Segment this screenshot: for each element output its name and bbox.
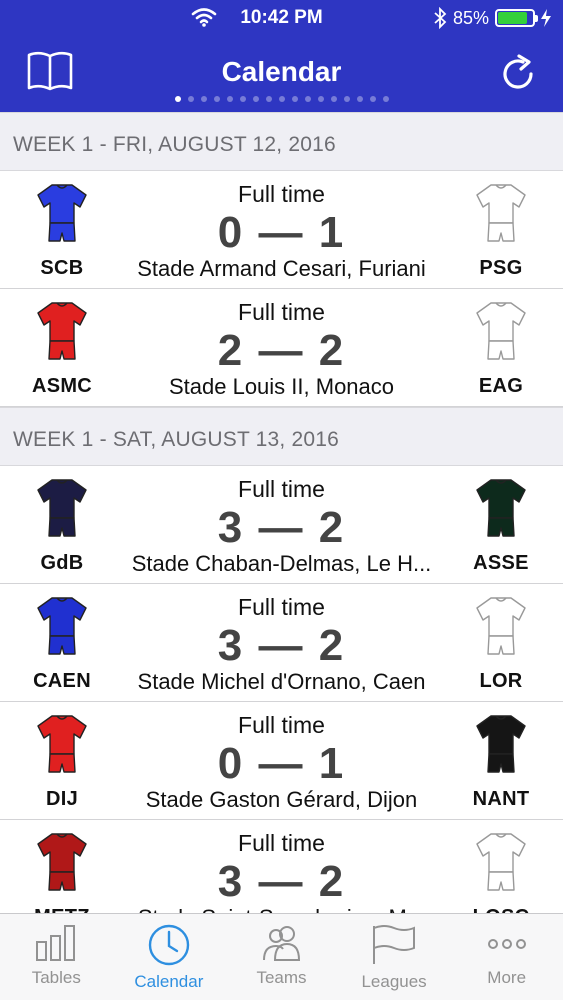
match-row[interactable]: CAEN Full time 3 — 2 Stade Michel d'Ornano,…	[0, 584, 563, 702]
match-score: 3 — 2	[217, 503, 346, 552]
nav-header: 10:42 PM 85% Calendar	[0, 0, 563, 112]
away-team[interactable]: LOR	[446, 596, 556, 693]
team-kit-icon	[476, 833, 526, 891]
away-team-abbr: NANT	[472, 788, 530, 810]
battery-percent: 85%	[452, 7, 489, 28]
match-row[interactable]: SCB Full time 0 — 1 Stade Armand Cesari, Fu…	[0, 171, 563, 289]
page-title: Calendar	[221, 56, 342, 87]
team-kit-icon	[37, 715, 87, 773]
page-dot[interactable]	[382, 96, 389, 102]
refresh-icon[interactable]	[501, 52, 537, 92]
more-icon	[450, 924, 563, 962]
tab-tables[interactable]: Tables	[0, 914, 113, 1000]
tab-label: More	[487, 968, 527, 987]
page-dot[interactable]	[278, 96, 285, 102]
away-team-abbr: LOR	[479, 670, 523, 692]
away-team[interactable]: NANT	[446, 714, 556, 811]
battery-icon	[495, 9, 538, 27]
page-dot[interactable]	[356, 96, 363, 102]
team-kit-icon	[476, 479, 526, 537]
match-status: Full time	[238, 594, 325, 620]
match-status: Full time	[238, 830, 325, 856]
team-kit-icon	[37, 184, 87, 242]
team-kit-icon	[37, 479, 87, 537]
team-kit-icon	[37, 597, 87, 655]
flag-icon	[338, 924, 451, 966]
away-team-abbr: EAG	[478, 375, 524, 397]
match-info: Full time 2 — 2 Stade Louis II, Monaco	[100, 299, 463, 400]
match-row[interactable]: ASMC Full time 2 — 2 Stade Louis II, Monaco…	[0, 289, 563, 407]
page-dot[interactable]	[226, 96, 233, 102]
match-score: 3 — 2	[217, 621, 346, 670]
tab-bar: Tables Calendar Teams Leagues More	[0, 913, 563, 1000]
page-dot[interactable]	[369, 96, 376, 102]
team-kit-icon	[37, 833, 87, 891]
bluetooth-icon	[434, 7, 447, 29]
tab-label: Teams	[256, 968, 307, 987]
page-dot[interactable]	[304, 96, 311, 102]
match-score: 3 — 2	[217, 857, 346, 906]
page-dot[interactable]	[187, 96, 194, 102]
match-row[interactable]: GdB Full time 3 — 2 Stade Chaban-Delmas, Le…	[0, 466, 563, 584]
away-team[interactable]: LOSC	[446, 832, 556, 913]
page-dot[interactable]	[213, 96, 220, 102]
match-info: Full time 0 — 1 Stade Gaston Gérard, Dijon	[100, 712, 463, 813]
page-dot[interactable]	[239, 96, 246, 102]
section-header: WEEK 1 - FRI, AUGUST 12, 2016	[0, 112, 563, 171]
page-dot[interactable]	[252, 96, 259, 102]
away-team-abbr: ASSE	[473, 552, 529, 574]
match-info: Full time 3 — 2 Stade Chaban-Delmas, Le H.…	[100, 476, 463, 577]
match-status: Full time	[238, 299, 325, 325]
match-row[interactable]: METZFull time3 — 2Stade Saint-Symphorien…	[0, 820, 563, 913]
team-kit-icon	[476, 302, 526, 360]
match-score: 0 — 1	[217, 739, 346, 788]
team-kit-icon	[476, 184, 526, 242]
away-team[interactable]: PSG	[446, 183, 556, 280]
tab-leagues[interactable]: Leagues	[338, 914, 451, 1000]
tab-teams[interactable]: Teams	[225, 914, 338, 1000]
away-team[interactable]: EAG	[446, 301, 556, 398]
page-dot[interactable]	[343, 96, 350, 102]
match-venue: Stade Chaban-Delmas, Le H...	[131, 551, 432, 576]
match-status: Full time	[238, 712, 325, 738]
match-score: 0 — 1	[217, 208, 346, 257]
section-header: WEEK 1 - SAT, AUGUST 13, 2016	[0, 407, 563, 466]
match-status: Full time	[238, 181, 325, 207]
page-indicator[interactable]	[0, 96, 563, 102]
charging-icon	[541, 9, 551, 27]
page-dot[interactable]	[200, 96, 207, 102]
tab-label: Calendar	[134, 972, 204, 991]
page-dot[interactable]	[174, 96, 181, 102]
page-dot[interactable]	[265, 96, 272, 102]
away-team[interactable]: ASSE	[446, 478, 556, 575]
team-kit-icon	[476, 597, 526, 655]
match-venue: Stade Armand Cesari, Furiani	[137, 256, 426, 281]
page-dot[interactable]	[330, 96, 337, 102]
away-team-abbr: LOSC	[446, 906, 556, 913]
status-bar: 10:42 PM 85%	[0, 0, 563, 38]
team-kit-icon	[37, 302, 87, 360]
page-dot[interactable]	[291, 96, 298, 102]
tab-calendar[interactable]: Calendar	[113, 914, 226, 1000]
match-info: Full time 3 — 2 Stade Michel d'Ornano, Cae…	[100, 594, 463, 695]
match-row[interactable]: DIJ Full time 0 — 1 Stade Gaston Gérard, Di…	[0, 702, 563, 820]
match-score: 2 — 2	[217, 326, 346, 375]
match-venue: Stade Michel d'Ornano, Caen	[137, 669, 426, 694]
match-venue: Stade Saint-Symphorien, M...	[100, 905, 463, 913]
page-dot[interactable]	[317, 96, 324, 102]
tab-label: Tables	[31, 968, 81, 987]
match-info: Full time3 — 2Stade Saint-Symphorien, M.…	[100, 830, 463, 913]
calendar-list[interactable]: WEEK 1 - FRI, AUGUST 12, 2016 SCB Full tim…	[0, 112, 563, 913]
bar-chart-icon	[0, 924, 113, 962]
away-team-abbr: PSG	[479, 257, 523, 279]
tab-more[interactable]: More	[450, 914, 563, 1000]
people-icon	[225, 924, 338, 962]
tab-label: Leagues	[361, 972, 427, 991]
match-venue: Stade Gaston Gérard, Dijon	[145, 787, 418, 812]
match-venue: Stade Louis II, Monaco	[168, 374, 395, 399]
match-status: Full time	[238, 476, 325, 502]
clock-icon	[113, 924, 226, 966]
match-info: Full time 0 — 1 Stade Armand Cesari, Furia…	[100, 181, 463, 282]
team-kit-icon	[476, 715, 526, 773]
